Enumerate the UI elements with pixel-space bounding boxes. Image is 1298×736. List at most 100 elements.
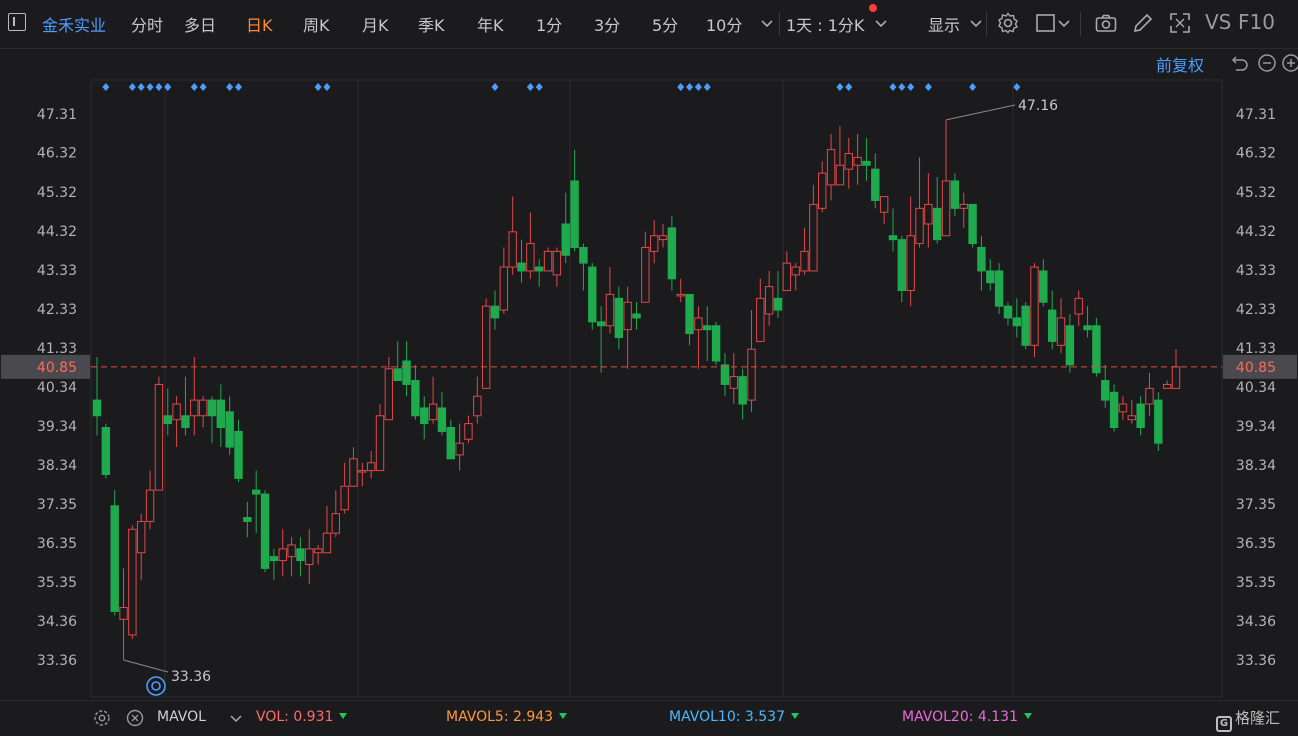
candle-body [924, 203, 933, 225]
event-marker [146, 83, 154, 91]
candle-body [1065, 325, 1075, 366]
event-marker [155, 83, 163, 91]
high-leader-line [945, 104, 1016, 121]
candle-body [738, 376, 747, 405]
candle-body [968, 203, 977, 245]
chevron-down-icon[interactable] [758, 14, 776, 32]
candle-body [632, 313, 641, 319]
chevron-down-icon[interactable] [873, 15, 889, 31]
candle-body [313, 548, 323, 554]
candle-body [685, 293, 694, 335]
display-menu[interactable]: 显示 [928, 12, 960, 36]
candle-body [667, 227, 677, 280]
candle-body [455, 442, 464, 456]
price-tick-right: 46.32 [1236, 146, 1276, 162]
candle-body [322, 532, 332, 554]
panel-toggle-icon[interactable] [8, 13, 26, 31]
tab-period[interactable]: 10分 [706, 12, 742, 36]
fullscreen-icon[interactable] [1168, 11, 1192, 35]
camera-icon[interactable] [1094, 11, 1118, 35]
candle-body [1039, 270, 1048, 303]
candle-body [340, 485, 349, 511]
candle-body [490, 305, 500, 319]
candle-body [835, 164, 845, 186]
tab-period[interactable]: 年K [477, 12, 504, 36]
event-marker [686, 83, 694, 91]
chevron-down-icon[interactable] [968, 15, 984, 31]
f10-button[interactable]: F10 [1238, 10, 1275, 34]
price-tick-left: 43.33 [37, 263, 77, 279]
tab-period[interactable]: 季K [418, 12, 445, 36]
notification-dot [869, 4, 877, 12]
tab-period[interactable]: 日K [246, 12, 273, 36]
price-tick-right: 44.32 [1236, 224, 1276, 240]
candle-body [473, 395, 482, 417]
event-marker [491, 83, 499, 91]
candle-body [428, 403, 438, 421]
candle-body [756, 297, 765, 342]
tab-period[interactable]: 3分 [594, 12, 620, 36]
window-icon[interactable] [1034, 11, 1058, 35]
candle-body [596, 321, 606, 327]
candle-body [818, 172, 827, 209]
candle-body [1136, 403, 1145, 429]
close-icon[interactable] [126, 709, 144, 727]
candle-body [915, 207, 924, 245]
gear-icon[interactable] [996, 11, 1020, 35]
mavol10-value: MAVOL10: 3.537 [669, 709, 799, 725]
candle-body [420, 407, 429, 425]
event-marker [694, 83, 702, 91]
kline-chart[interactable]: 47.31 47.31 46.32 46.32 45.32 45.32 44.32 44.32… [0, 48, 1298, 700]
candle-body [269, 556, 279, 562]
candle-body [234, 430, 243, 479]
candle-body [711, 325, 721, 362]
price-tick-left: 39.34 [37, 419, 77, 435]
candle-body [1047, 309, 1057, 342]
candle-body [1056, 317, 1066, 346]
indicator-name[interactable]: MAVOL [157, 709, 206, 725]
tab-period[interactable]: 周K [303, 12, 330, 36]
candle-body [826, 149, 836, 186]
interval-selector[interactable]: 1天 : 1分K [786, 12, 864, 36]
gear-icon[interactable] [93, 709, 111, 727]
candle-body [1030, 266, 1039, 346]
candle-body [446, 427, 455, 460]
tab-period[interactable]: 月K [362, 12, 389, 36]
tab-period[interactable]: 5分 [652, 12, 678, 36]
price-tick-right: 39.34 [1236, 419, 1276, 435]
price-tick-left: 47.31 [37, 107, 77, 123]
candle-body [190, 399, 199, 417]
candle-body [260, 493, 270, 569]
candle-body [977, 246, 986, 272]
candle-body [499, 266, 509, 311]
event-marker [102, 83, 110, 91]
event-marker [836, 83, 844, 91]
candle-body [1101, 380, 1110, 401]
candle-body [941, 180, 951, 237]
candle-body [172, 403, 181, 421]
price-tick-left: 36.35 [37, 536, 77, 552]
candle-body [198, 399, 208, 417]
candle-body [605, 293, 615, 327]
candle-body [145, 489, 155, 522]
vs-button[interactable]: VS [1205, 10, 1231, 34]
price-tick-left: 37.35 [37, 497, 77, 513]
chevron-down-icon[interactable] [227, 709, 245, 727]
candle-body [1083, 325, 1092, 331]
candle-body [437, 407, 447, 432]
candle-body [375, 415, 385, 472]
candle-body [1118, 403, 1128, 413]
tab-period[interactable]: 1分 [536, 12, 562, 36]
price-tick-left: 35.35 [37, 575, 77, 591]
candle-body [225, 411, 234, 448]
candle-body [543, 250, 553, 272]
event-marker [226, 83, 234, 91]
stock-name[interactable]: 金禾实业 [42, 12, 106, 36]
tab-period[interactable]: 分时 [131, 12, 163, 36]
candle-body [526, 243, 535, 272]
candle-body [641, 246, 650, 303]
chevron-down-icon[interactable] [1056, 15, 1072, 31]
pencil-icon[interactable] [1131, 11, 1155, 35]
tab-period[interactable]: 多日 [184, 12, 216, 36]
candle-body [871, 168, 880, 201]
